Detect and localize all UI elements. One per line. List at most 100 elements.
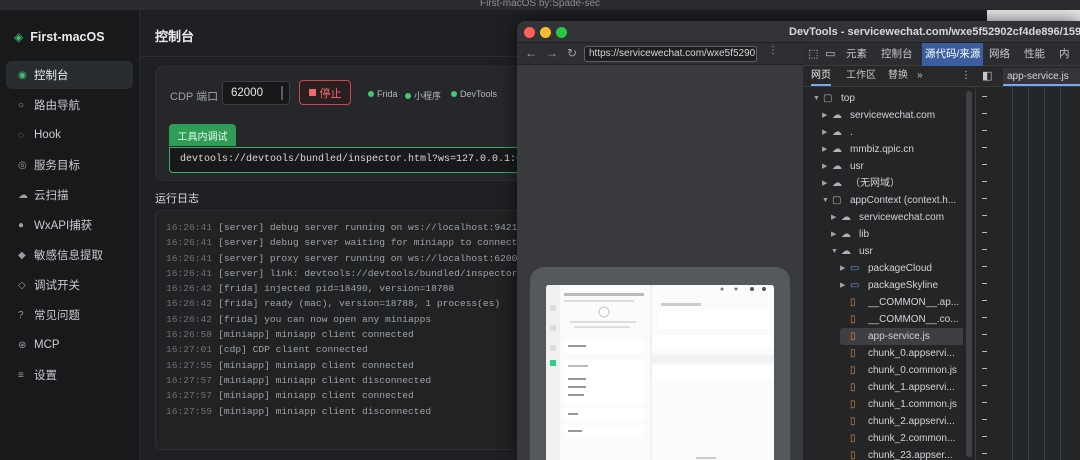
- tree-node[interactable]: ▶ ☁ servicewechat.com: [822, 107, 935, 124]
- miniapp-screen-preview[interactable]: [546, 285, 774, 460]
- tree-node[interactable]: ▯ __COMMON__.ap...: [840, 294, 959, 311]
- log-line: 16:26:58 [miniapp] miniapp client connect…: [166, 327, 544, 342]
- minimize-window-icon[interactable]: [540, 27, 551, 38]
- devtools-title: DevTools - servicewechat.com/wxe5f52902c…: [789, 26, 1080, 38]
- devtools-url-field[interactable]: devtools://devtools/bundled/inspector.ht…: [169, 147, 547, 173]
- tree-node[interactable]: ▯ __COMMON__.co...: [840, 311, 959, 328]
- tree-node[interactable]: ▼ ▢ top: [813, 90, 855, 107]
- sidebar-item-service-target[interactable]: ◎ 服务目标: [6, 151, 133, 179]
- tree-node[interactable]: ▯ chunk_2.common...: [840, 430, 955, 447]
- log-time: 16:26:41: [166, 237, 213, 249]
- tree-node[interactable]: ▶ ☁ lib: [831, 226, 869, 243]
- stepper-icon[interactable]: [281, 86, 285, 100]
- more-options-icon[interactable]: ⋮: [961, 66, 971, 86]
- address-bar[interactable]: https://servicewechat.com/wxe5f5290: [584, 46, 757, 62]
- sidebar-item-label: 云扫描: [34, 190, 69, 202]
- tree-node[interactable]: ▯ chunk_23.appser...: [840, 447, 953, 460]
- tab-performance[interactable]: 性能: [1024, 43, 1045, 66]
- log-time: 16:27:01: [166, 344, 213, 356]
- reload-icon[interactable]: ↻: [567, 46, 577, 60]
- tree-node[interactable]: ▯ chunk_2.appservi...: [840, 413, 955, 430]
- tree-node[interactable]: ▶ ▭ packageCloud: [840, 260, 932, 277]
- expand-arrow-icon: ▶: [822, 146, 828, 153]
- sidebar-item-dashboard[interactable]: ◉ 控制台: [6, 61, 133, 89]
- tree-node[interactable]: ▶ ☁ mmbiz.qpic.cn: [822, 141, 914, 158]
- tree-node[interactable]: ▶ ☁ servicewechat.com: [831, 209, 944, 226]
- log-time: 16:27:57: [166, 390, 213, 402]
- in-tool-debug-button[interactable]: 工具内调试: [169, 124, 236, 146]
- embedded-browser: ← → ↻ https://servicewechat.com/wxe5f529…: [517, 43, 803, 460]
- tree-node[interactable]: ▶ ▭ packageSkyline: [840, 277, 938, 294]
- sidebar-item-cloud-scan[interactable]: ☁ 云扫描: [6, 181, 133, 209]
- log-time: 16:26:58: [166, 329, 213, 341]
- sidebar-item-route-nav[interactable]: ○ 路由导航: [6, 91, 133, 119]
- tree-node-label: packageSkyline: [868, 280, 939, 291]
- expand-arrow-icon: ▶: [840, 282, 846, 289]
- tree-node[interactable]: ▯ chunk_0.common.js: [840, 362, 957, 379]
- sidebar-item-settings[interactable]: ≡ 设置: [6, 361, 133, 389]
- tree-node[interactable]: ▶ ☁ （无网域）: [822, 175, 900, 192]
- device-preview-frame: [530, 267, 790, 460]
- forward-arrow-icon[interactable]: →: [546, 46, 558, 60]
- tab-console[interactable]: 控制台: [881, 43, 913, 66]
- sidebar-item-sensitive-info[interactable]: ◆ 敏感信息提取: [6, 241, 133, 269]
- subtab-workspace[interactable]: 工作区: [846, 66, 876, 86]
- tree-node[interactable]: ▯ chunk_1.appservi...: [840, 379, 955, 396]
- subtab-page[interactable]: 网页: [811, 66, 831, 86]
- sidebar-item-label: 服务目标: [34, 160, 80, 172]
- tree-node[interactable]: ▶ ☁ usr: [822, 158, 864, 175]
- folder-icon: ▭: [850, 280, 860, 291]
- diamond-outline-icon: ◇: [18, 279, 26, 291]
- device-toggle-icon[interactable]: ▭: [825, 43, 835, 66]
- tree-node-selected[interactable]: ▯ app-service.js: [840, 328, 963, 345]
- open-file-tab[interactable]: app-service.js: [1003, 68, 1080, 86]
- stop-button[interactable]: 停止: [299, 80, 351, 105]
- tree-node[interactable]: ▯ chunk_0.appservi...: [840, 345, 955, 362]
- tree-node-label: usr: [859, 246, 873, 257]
- status-label: 小程序: [414, 91, 442, 101]
- cdp-port-input[interactable]: 62000: [222, 81, 290, 105]
- more-menu-icon[interactable]: ⋮: [768, 45, 782, 61]
- sidebar-item-mcp[interactable]: ⊛ MCP: [6, 331, 133, 359]
- tab-network[interactable]: 网络: [989, 43, 1010, 66]
- subtab-overrides[interactable]: 替换: [888, 66, 908, 86]
- js-file-icon: ▯: [850, 297, 856, 308]
- maximize-window-icon[interactable]: [556, 27, 567, 38]
- code-editor[interactable]: [975, 87, 1080, 460]
- log-line: 16:27:01 [cdp] CDP client connected: [166, 342, 544, 357]
- back-arrow-icon[interactable]: ←: [525, 46, 537, 60]
- log-time: 16:27:59: [166, 405, 213, 417]
- tree-node-label: .: [850, 127, 853, 138]
- log-line: 16:26:42 [frida] you can now open any min…: [166, 312, 544, 327]
- tree-node[interactable]: ▼ ▢ appContext (context.h...: [822, 192, 956, 209]
- collapse-arrow-icon: ▼: [813, 95, 820, 102]
- code-line-marker: [982, 453, 987, 454]
- close-window-icon[interactable]: [524, 27, 535, 38]
- browser-toolbar: ← → ↻ https://servicewechat.com/wxe5f529…: [517, 43, 803, 65]
- sidebar-item-wxapi-capture[interactable]: ● WxAPI捕获: [6, 211, 133, 239]
- inspect-element-icon[interactable]: ⬚: [808, 43, 818, 66]
- tree-node[interactable]: ▯ chunk_1.common.js: [840, 396, 957, 413]
- tree-node[interactable]: ▶ ☁.: [822, 124, 853, 141]
- log-text: [frida] ready (mac), version=18788, 1 pr…: [218, 298, 501, 310]
- toggle-sidebar-icon[interactable]: ◧: [982, 66, 992, 86]
- menu-icon: ≡: [18, 369, 24, 381]
- tab-memory[interactable]: 内: [1059, 43, 1070, 66]
- log-text: [frida] injected pid=18490, version=1878…: [218, 283, 455, 295]
- sidebar-item-hook[interactable]: ◌ Hook: [6, 121, 133, 149]
- tree-scrollbar[interactable]: [966, 91, 972, 457]
- tab-elements[interactable]: 元素: [846, 43, 867, 66]
- js-file-icon: ▯: [850, 365, 856, 376]
- log-line: 16:26:42 [frida] injected pid=18490, vers…: [166, 281, 544, 296]
- tab-sources[interactable]: 源代码/来源: [922, 43, 984, 66]
- tree-node-label: packageCloud: [868, 263, 932, 274]
- tree-node[interactable]: ▼ ☁ usr: [831, 243, 873, 260]
- code-line-marker: [982, 181, 987, 182]
- log-panel[interactable]: 16:26:41 [server] debug server running on…: [155, 210, 545, 450]
- sidebar-item-faq[interactable]: ? 常见问题: [6, 301, 133, 329]
- js-file-icon: ▯: [850, 331, 856, 342]
- subtab-more[interactable]: »: [917, 66, 923, 86]
- dot-icon: ●: [18, 219, 25, 231]
- sidebar-item-debug-switch[interactable]: ◇ 调试开关: [6, 271, 133, 299]
- log-line: 16:26:41 [server] debug server waiting fo…: [166, 235, 544, 250]
